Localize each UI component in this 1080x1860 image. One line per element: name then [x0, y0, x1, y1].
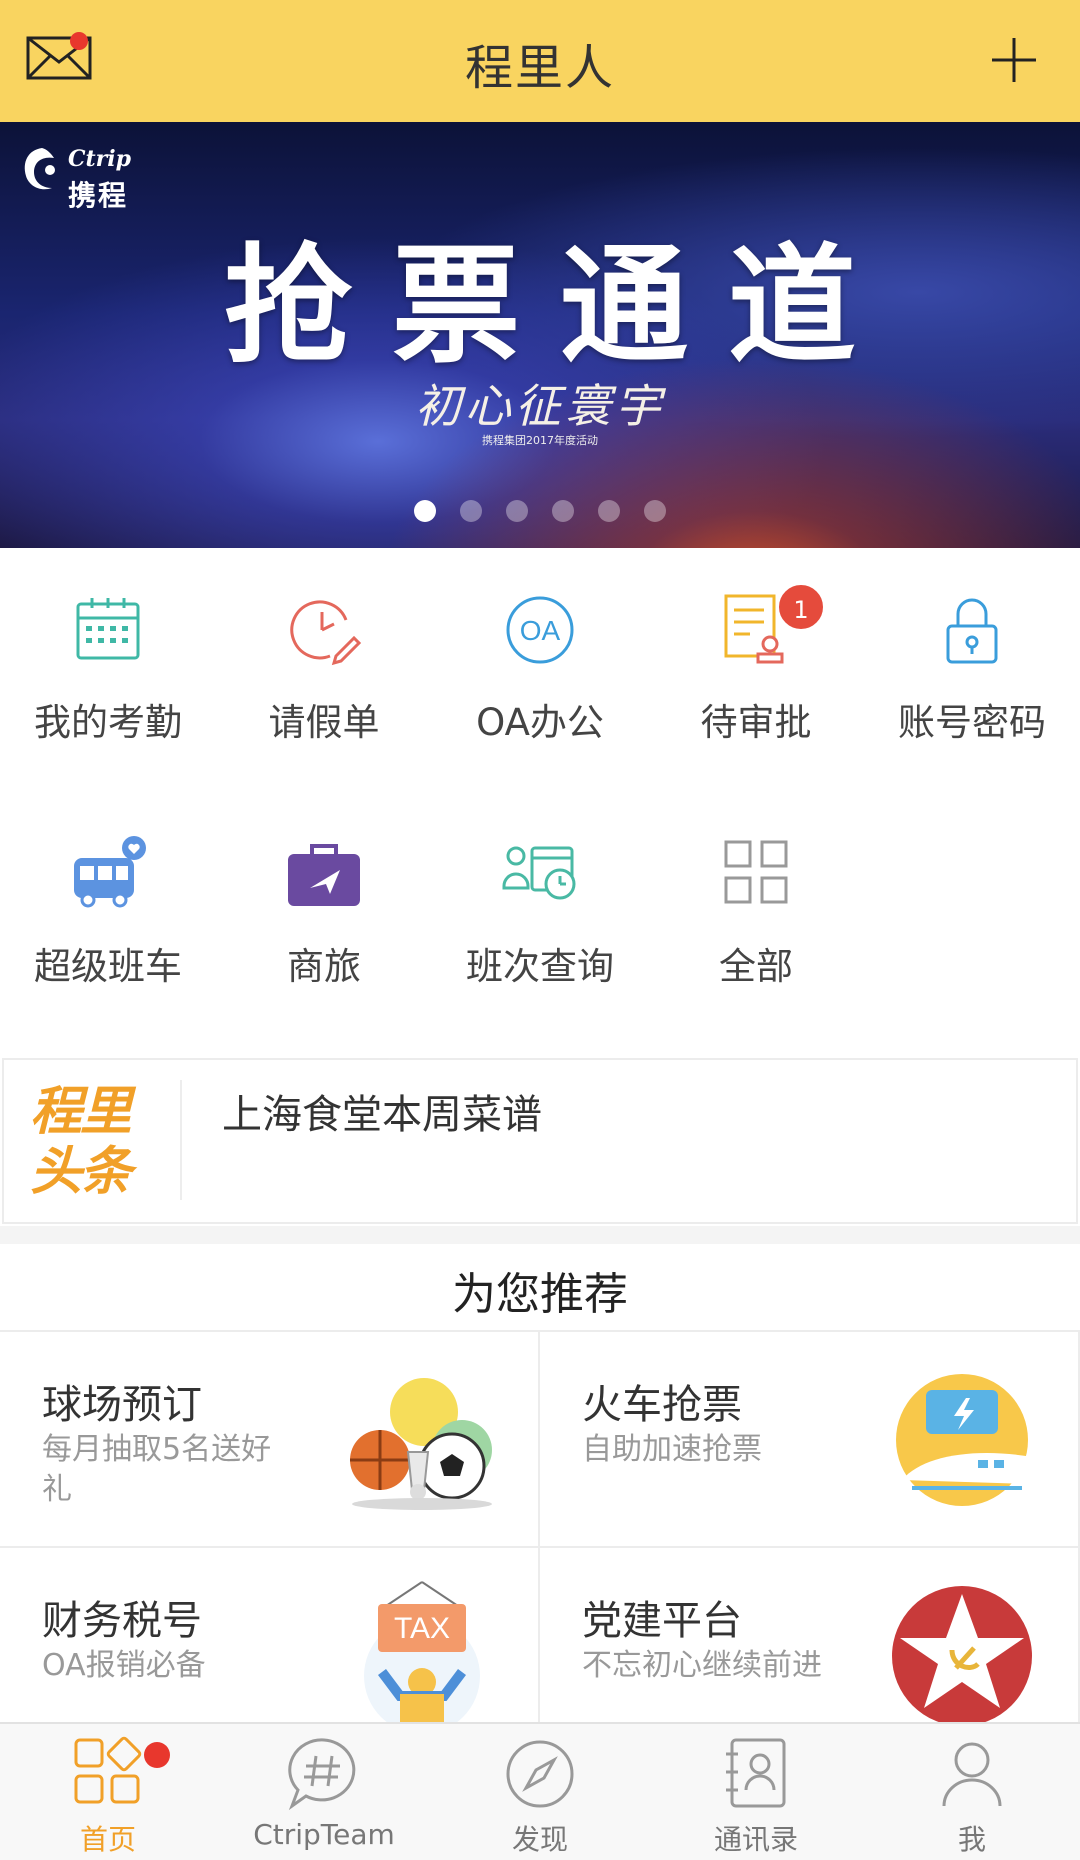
- dolphin-logo-icon: [24, 148, 55, 190]
- carousel-dot[interactable]: [552, 500, 574, 522]
- plus-icon: [992, 38, 1036, 82]
- grid-item-account-password[interactable]: 账号密码: [864, 590, 1080, 746]
- recommend-grid: 球场预订 每月抽取5名送好礼 火车抢票 自助加速抢票 财务税号 OA报销必备 T…: [0, 1330, 1080, 1724]
- bus-icon: [74, 836, 146, 908]
- lock-icon: [946, 598, 998, 664]
- grid-item-schedule-query[interactable]: 班次查询: [432, 834, 648, 990]
- recommend-item-party-platform[interactable]: 党建平台 不忘初心继续前进: [540, 1548, 1080, 1724]
- carousel-dot[interactable]: [506, 500, 528, 522]
- banner-slogan: 初心征寰宇: [415, 379, 665, 433]
- grid-item-all[interactable]: 全部: [648, 834, 864, 990]
- tab-ctripteam[interactable]: CtripTeam: [216, 1734, 432, 1851]
- home-notification-dot: [144, 1742, 170, 1768]
- carousel-dot[interactable]: [414, 500, 436, 522]
- news-divider: [180, 1080, 182, 1200]
- bottom-tab-bar: 首页 CtripTeam 发现 通讯录 我: [0, 1722, 1080, 1860]
- add-button[interactable]: [990, 36, 1038, 84]
- svg-text:OA: OA: [520, 615, 561, 646]
- svg-text:TAX: TAX: [394, 1612, 450, 1645]
- hashtag-chat-icon: [288, 1738, 356, 1811]
- grid-item-business-travel[interactable]: 商旅: [216, 834, 432, 990]
- grid-item-leave[interactable]: 请假单: [216, 590, 432, 746]
- headline-news[interactable]: 程里 头条 上海食堂本周菜谱: [2, 1058, 1078, 1224]
- news-headline[interactable]: 上海食堂本周菜谱: [222, 1082, 542, 1140]
- tab-home[interactable]: 首页: [0, 1734, 216, 1858]
- top-bar: 程里人: [0, 0, 1080, 122]
- banner-slogan-sub: 携程集团2017年度活动: [482, 434, 598, 447]
- oa-icon: OA: [506, 596, 574, 664]
- tab-contacts[interactable]: 通讯录: [648, 1734, 864, 1858]
- carousel-dot[interactable]: [460, 500, 482, 522]
- grid-item-approval[interactable]: 1 待审批: [648, 582, 864, 746]
- home-grid-icon: [74, 1736, 142, 1804]
- recommend-item-tax-id[interactable]: 财务税号 OA报销必备 TAX: [0, 1548, 540, 1724]
- calendar-icon: [76, 598, 140, 660]
- carousel-dot[interactable]: [644, 500, 666, 522]
- contacts-icon: [726, 1738, 786, 1808]
- ctrip-logo: Ctrip 携程: [20, 144, 131, 212]
- feature-grid: 我的考勤 请假单 OA OA办公 1 待审批 账号密码 超级班车 商旅 班次查询…: [0, 548, 1080, 1048]
- carousel-dot[interactable]: [598, 500, 620, 522]
- person-icon: [942, 1742, 1002, 1807]
- grid-item-oa[interactable]: OA OA办公: [432, 590, 648, 746]
- tax-sign-icon: TAX: [364, 1581, 480, 1722]
- page-title: 程里人: [464, 40, 615, 96]
- tab-me[interactable]: 我: [864, 1734, 1080, 1858]
- tab-discover[interactable]: 发现: [432, 1734, 648, 1858]
- recommend-item-train-ticket[interactable]: 火车抢票 自助加速抢票: [540, 1332, 1080, 1548]
- schedule-query-icon: [502, 846, 576, 900]
- briefcase-plane-icon: [288, 844, 360, 906]
- train-ticket-icon: [896, 1374, 1028, 1506]
- compass-icon: [506, 1740, 574, 1808]
- party-star-icon: [892, 1586, 1032, 1722]
- carousel-indicator: [0, 500, 1080, 526]
- approval-badge: 1: [776, 582, 826, 632]
- grid-item-shuttle-bus[interactable]: 超级班车: [0, 834, 216, 990]
- news-tag-logo: 程里 头条: [30, 1082, 132, 1202]
- section-gap: [0, 1226, 1080, 1244]
- recommend-title: 为您推荐: [452, 1269, 628, 1320]
- sports-balls-icon: [350, 1378, 492, 1510]
- clock-pen-icon: [290, 600, 362, 666]
- promo-banner[interactable]: Ctrip 携程 抢票通道 初心征寰宇 携程集团2017年度活动: [0, 122, 1080, 548]
- grid-all-icon: [724, 840, 788, 904]
- banner-headline: 抢票通道: [223, 232, 896, 381]
- grid-item-attendance[interactable]: 我的考勤: [0, 590, 216, 746]
- recommend-item-court-booking[interactable]: 球场预订 每月抽取5名送好礼: [0, 1332, 540, 1548]
